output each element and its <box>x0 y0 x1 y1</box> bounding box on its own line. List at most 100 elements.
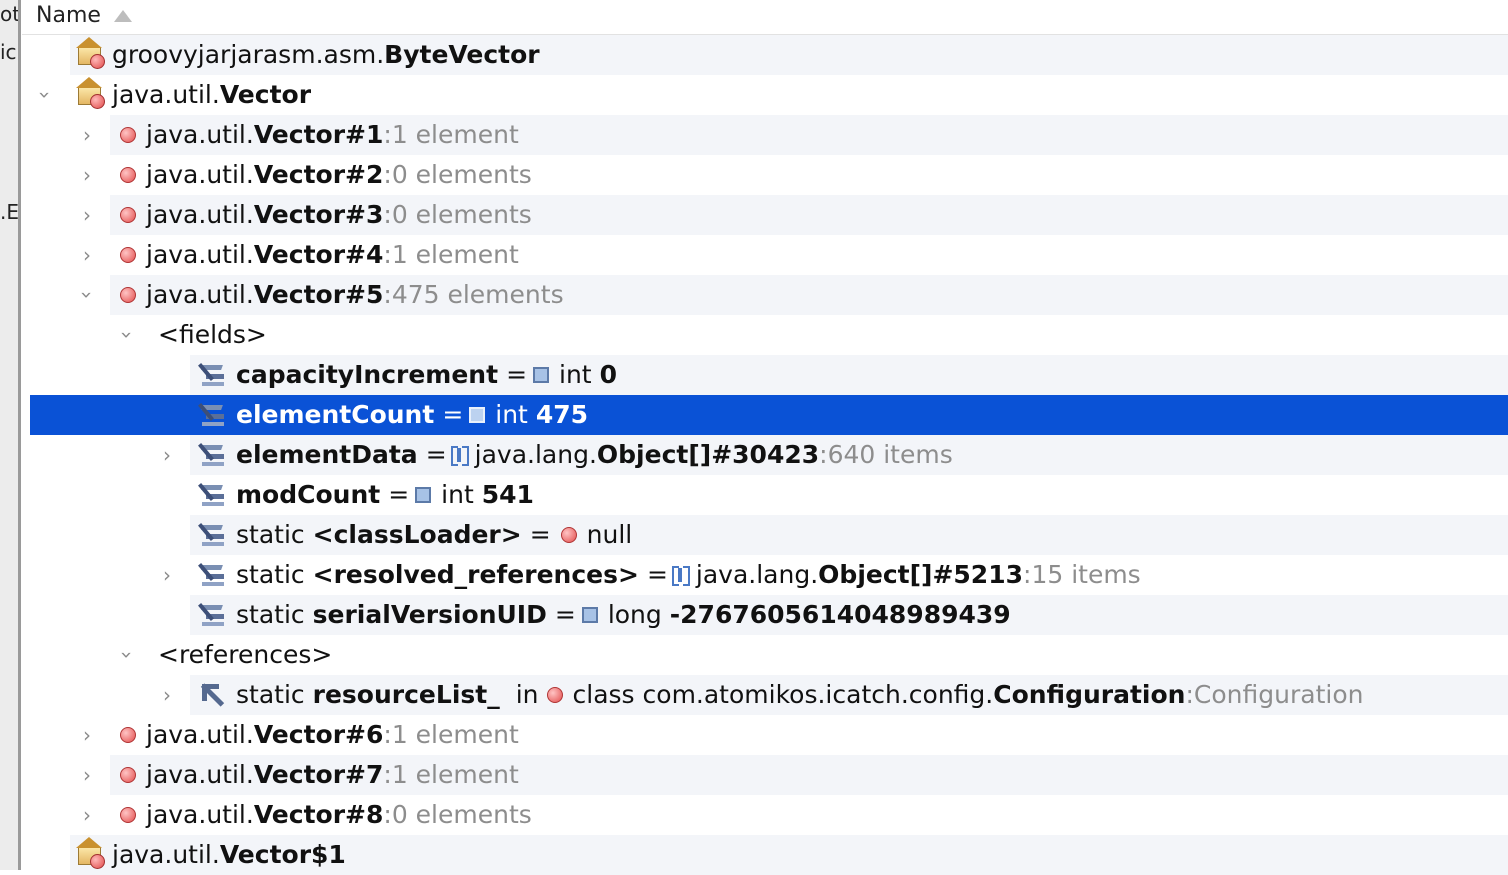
column-header-name[interactable]: Name <box>22 0 1508 35</box>
separator-text: : <box>383 280 392 309</box>
tree-row-field[interactable]: elementData = java.lang. Object[]#30423 : … <box>190 435 1508 475</box>
split-pane-divider[interactable] <box>18 0 21 870</box>
tree-row-instance[interactable]: java.util. Vector#5 : 475 elements <box>110 275 1508 315</box>
chevron-right-icon[interactable]: › <box>76 804 98 826</box>
tree-row-field[interactable]: capacityIncrement = int 0 <box>190 355 1508 395</box>
chevron-down-icon[interactable]: › <box>75 284 99 306</box>
tree-row-field[interactable]: static serialVersionUID = long -27676056140… <box>190 595 1508 635</box>
field-icon <box>198 602 226 628</box>
chevron-right-icon[interactable]: › <box>76 724 98 746</box>
separator-text: : <box>1185 680 1194 709</box>
chevron-right-icon[interactable]: › <box>76 164 98 186</box>
field-name: modCount <box>236 480 381 509</box>
instance-icon <box>120 127 136 143</box>
field-icon <box>198 562 226 588</box>
package-text: java.lang. <box>695 560 819 589</box>
tree-row-instance[interactable]: java.util. Vector#6 : 1 element <box>110 715 1508 755</box>
field-value: null <box>586 520 633 549</box>
package-text: java.lang. <box>474 440 597 469</box>
tree-row-instance[interactable]: java.util. Vector#4 : 1 element <box>110 235 1508 275</box>
left-panel-edge: ot ic .E <box>0 0 18 870</box>
instance-size-text: 475 elements <box>391 280 564 309</box>
separator-text: : <box>383 720 392 749</box>
chevron-right-icon[interactable]: › <box>156 564 178 586</box>
tree-row-class[interactable]: groovyjarjarasm.asm. ByteVector <box>70 35 1508 75</box>
tree-row-fields-group[interactable]: <fields> <box>150 315 1508 355</box>
instance-name: Vector#4 <box>253 240 384 269</box>
reference-info-text: Configuration <box>1193 680 1364 709</box>
instance-size-text: 1 element <box>391 240 519 269</box>
class-name: ByteVector <box>384 40 540 69</box>
tree-row-instance[interactable]: java.util. Vector#2 : 0 elements <box>110 155 1508 195</box>
chevron-right-icon[interactable]: › <box>156 444 178 466</box>
chevron-right-icon[interactable]: › <box>76 244 98 266</box>
field-name: elementCount <box>236 400 435 429</box>
package-text: java.util. <box>146 240 254 269</box>
package-text: java.util. <box>146 200 254 229</box>
column-header-label: Name <box>36 3 101 28</box>
left-fragment-text: .E <box>0 200 18 224</box>
array-size-text: 15 items <box>1031 560 1141 589</box>
tree-row-field[interactable]: static <resolved_references> = java.lang. O… <box>190 555 1508 595</box>
equals-text: = <box>554 600 576 629</box>
chevron-right-icon[interactable]: › <box>76 764 98 786</box>
tree-row-class[interactable]: java.util. Vector <box>70 75 1508 115</box>
instance-icon <box>120 287 136 303</box>
tree-row-field[interactable]: static <classLoader> = null <box>190 515 1508 555</box>
tree-row-field-selected[interactable]: elementCount = int 475 <box>30 395 1508 435</box>
equals-text: = <box>442 400 464 429</box>
instance-icon <box>120 207 136 223</box>
chevron-right-icon[interactable]: › <box>156 684 178 706</box>
separator-text: : <box>383 160 392 189</box>
instance-icon <box>120 727 136 743</box>
instance-icon <box>120 807 136 823</box>
equals-text: = <box>506 360 528 389</box>
instance-name: Vector#7 <box>253 760 384 789</box>
tree-row-instance[interactable]: java.util. Vector#7 : 1 element <box>110 755 1508 795</box>
field-icon <box>198 482 226 508</box>
instance-size-text: 0 elements <box>391 200 532 229</box>
instance-icon <box>120 247 136 263</box>
chevron-down-icon[interactable]: › <box>33 84 57 106</box>
field-name: capacityIncrement <box>236 360 499 389</box>
field-value: 541 <box>481 480 534 509</box>
chevron-down-icon[interactable]: › <box>115 324 139 346</box>
package-text: java.util. <box>146 120 254 149</box>
tree-row-instance[interactable]: java.util. Vector#8 : 0 elements <box>110 795 1508 835</box>
chevron-right-icon[interactable]: › <box>76 204 98 226</box>
separator-text: : <box>819 440 828 469</box>
field-type: long <box>607 600 662 629</box>
chevron-right-icon[interactable]: › <box>76 124 98 146</box>
tree-row-instance[interactable]: java.util. Vector#3 : 0 elements <box>110 195 1508 235</box>
equals-text: = <box>646 560 668 589</box>
array-icon <box>671 566 690 586</box>
tree-row-class[interactable]: java.util. Vector$1 <box>70 835 1508 875</box>
array-icon <box>450 446 469 466</box>
field-icon <box>198 362 226 388</box>
separator-text: : <box>383 200 392 229</box>
tree-row-field[interactable]: modCount = int 541 <box>190 475 1508 515</box>
array-name: Object[]#30423 <box>596 440 820 469</box>
separator-text: : <box>383 240 392 269</box>
instance-size-text: 1 element <box>391 720 519 749</box>
reference-arrow-icon <box>200 682 226 708</box>
class-instance-icon <box>546 687 563 703</box>
equals-text: = <box>529 520 551 549</box>
tree-row-reference[interactable]: static resourceList_ in class com.atomikos… <box>190 675 1508 715</box>
field-icon <box>198 442 226 468</box>
fields-group-label: <fields> <box>158 320 267 349</box>
instance-name: Vector#2 <box>253 160 384 189</box>
primitive-icon <box>581 607 598 623</box>
tree-row-references-group[interactable]: <references> <box>150 635 1508 675</box>
instance-size-text: 0 elements <box>391 160 532 189</box>
sort-ascending-icon[interactable] <box>114 10 132 22</box>
package-text: java.util. <box>112 840 220 869</box>
tree-row-instance[interactable]: java.util. Vector#1 : 1 element <box>110 115 1508 155</box>
field-value: 0 <box>599 360 618 389</box>
chevron-down-icon[interactable]: › <box>115 644 139 666</box>
package-text: java.util. <box>112 80 220 109</box>
primitive-icon <box>415 487 432 503</box>
references-group-label: <references> <box>158 640 333 669</box>
left-fragment-text: ot <box>0 2 18 26</box>
package-text: java.util. <box>146 160 254 189</box>
